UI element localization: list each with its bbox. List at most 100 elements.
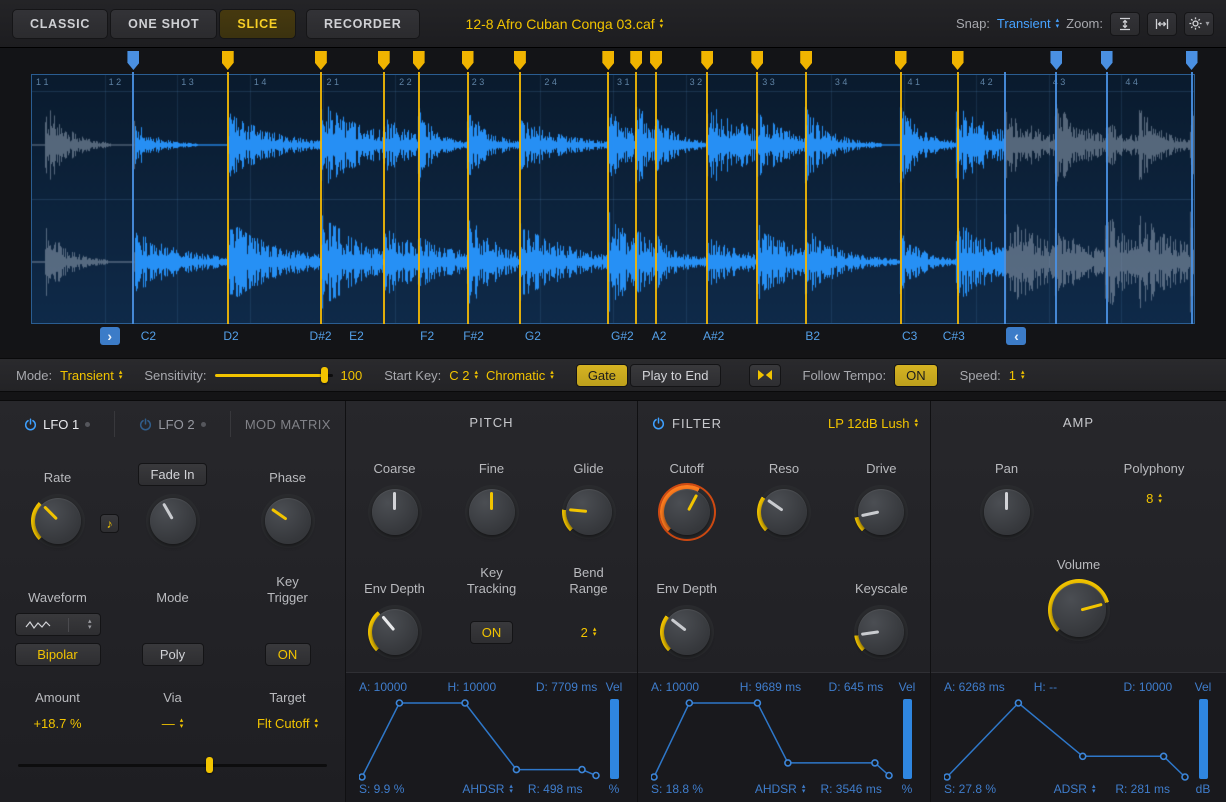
env-type-select[interactable]: ADSR▴▾ [1054, 782, 1096, 796]
sample-name: 12-8 Afro Cuban Conga 03.caf [466, 16, 655, 32]
pitch-env-depth-knob[interactable] [368, 605, 422, 659]
drive-knob[interactable] [854, 485, 908, 539]
env-sustain-value[interactable]: S: 27.8 % [944, 782, 1034, 796]
speed-select[interactable]: 1 ▴▾ [1009, 368, 1025, 383]
lfo-key-trigger-toggle[interactable]: ON [265, 643, 311, 666]
slice-mode-value: Transient [60, 368, 114, 383]
volume-knob[interactable] [1048, 579, 1110, 641]
lfo-polarity-select[interactable]: Bipolar [15, 643, 101, 666]
env-type-select[interactable]: AHDSR▴▾ [755, 782, 806, 796]
tab-classic[interactable]: CLASSIC [12, 9, 108, 39]
env-decay-value[interactable]: D: 645 ms [829, 680, 894, 694]
filter-type-select[interactable]: LP 12dB Lush ▴▾ [828, 416, 918, 431]
cutoff-label: Cutoff [669, 461, 703, 477]
reso-knob[interactable] [757, 485, 811, 539]
lfo-waveform-select[interactable]: ▴▾ [15, 613, 101, 636]
tab-lfo2[interactable]: LFO 2 [114, 411, 229, 437]
lfo-fade-mode-select[interactable]: Fade In [138, 463, 206, 486]
lfo-amount-slider[interactable] [18, 756, 327, 774]
gate-button[interactable]: Gate [576, 364, 628, 387]
envelope-curve[interactable] [944, 696, 1190, 782]
slice-settings-bar: Mode: Transient ▴▾ Sensitivity: 100 Star… [0, 358, 1226, 392]
waveform-display[interactable]: 1 11 21 31 42 12 22 32 43 13 23 33 44 14… [31, 74, 1195, 324]
lfo-rate-knob[interactable] [31, 494, 85, 548]
tab-lfo1[interactable]: LFO 1 [0, 411, 114, 437]
cutoff-knob[interactable] [660, 485, 714, 539]
region-start-handle[interactable]: › [100, 327, 120, 345]
env-release-value[interactable]: R: 3546 ms [820, 782, 894, 796]
tab-one-shot[interactable]: ONE SHOT [110, 9, 217, 39]
env-release-value[interactable]: R: 498 ms [528, 782, 601, 796]
env-attack-value[interactable]: A: 10000 [359, 680, 447, 694]
slider-thumb[interactable] [321, 367, 328, 383]
sensitivity-slider[interactable] [215, 366, 333, 384]
env-sustain-value[interactable]: S: 18.8 % [651, 782, 740, 796]
bend-range-select[interactable]: 2 ▴▾ [581, 625, 597, 640]
keyscale-knob[interactable] [854, 605, 908, 659]
mapping-select[interactable]: Chromatic ▴▾ [486, 368, 554, 383]
env-attack-value[interactable]: A: 10000 [651, 680, 740, 694]
key-label: C2 [136, 329, 156, 343]
env-sustain-value[interactable]: S: 9.9 % [359, 782, 447, 796]
polyphony-select[interactable]: 8 ▴▾ [1146, 491, 1162, 506]
env-attack-value[interactable]: A: 6268 ms [944, 680, 1034, 694]
region-end-handle[interactable]: ‹ [1006, 327, 1026, 345]
slice-mode-select[interactable]: Transient ▴▾ [60, 368, 122, 383]
lfo1-label: LFO 1 [43, 417, 79, 432]
power-icon[interactable] [24, 418, 37, 431]
env-type-select[interactable]: AHDSR▴▾ [462, 782, 513, 796]
follow-tempo-toggle[interactable]: ON [894, 364, 938, 387]
key-row: › ‹ C2D2D#2E2F2F#2G2G#2A2A#2B2C3C#3 [31, 324, 1195, 350]
lfo-phase-knob[interactable] [261, 494, 315, 548]
velocity-slider[interactable] [903, 699, 912, 779]
env-decay-value[interactable]: D: 7709 ms [536, 680, 601, 694]
tab-slice[interactable]: SLICE [219, 9, 296, 39]
slider-fill [215, 374, 326, 377]
tab-mod-matrix[interactable]: MOD MATRIX [230, 411, 345, 437]
waveform-canvas[interactable] [32, 75, 1194, 323]
rate-sync-note-button[interactable]: ♪ [100, 514, 119, 533]
fine-knob[interactable] [465, 485, 519, 539]
env-unit-label: % [894, 782, 920, 796]
lfo-mode-select[interactable]: Poly [142, 643, 204, 666]
velocity-slider[interactable] [1199, 699, 1208, 779]
env-release-value[interactable]: R: 281 ms [1115, 782, 1190, 796]
crossfade-icon [757, 369, 773, 381]
envelope-curve[interactable] [359, 696, 601, 782]
lfo-fade-knob[interactable] [146, 494, 200, 548]
play-to-end-button[interactable]: Play to End [630, 364, 721, 387]
coarse-knob[interactable] [368, 485, 422, 539]
snap-select[interactable]: Transient ▴▾ [997, 16, 1059, 31]
glide-knob[interactable] [562, 485, 616, 539]
zoom-vertical-button[interactable] [1110, 12, 1140, 36]
target-select[interactable]: Flt Cutoff ▴▾ [257, 716, 318, 731]
envelope-curve[interactable] [651, 696, 894, 782]
amount-value[interactable]: +18.7 % [33, 716, 81, 731]
zoom-horizontal-button[interactable] [1147, 12, 1177, 36]
start-key-select[interactable]: C 2 ▴▾ [449, 368, 478, 383]
gear-icon [1188, 16, 1203, 31]
env-hold-value[interactable]: H: -- [1034, 680, 1124, 694]
via-select[interactable]: — ▴▾ [162, 716, 184, 731]
settings-button[interactable]: ▾ [1184, 12, 1214, 36]
pan-knob[interactable] [980, 485, 1034, 539]
key-tracking-toggle[interactable]: ON [470, 621, 514, 644]
filter-power-icon[interactable] [652, 417, 665, 430]
key-label: C3 [897, 329, 917, 343]
crossfade-button[interactable] [749, 364, 781, 387]
slider-thumb[interactable] [206, 757, 213, 773]
velocity-fill [903, 699, 912, 779]
power-icon[interactable] [139, 418, 152, 431]
key-tracking-label: Key Tracking [459, 565, 525, 597]
coarse-label: Coarse [374, 461, 416, 477]
mode-label: Mode: [16, 368, 52, 383]
env-decay-value[interactable]: D: 10000 [1124, 680, 1191, 694]
lfo-panel: LFO 1 LFO 2 MOD MATRIX Rate Fade In Phas… [0, 401, 345, 802]
filter-env-depth-knob[interactable] [660, 605, 714, 659]
stepper-icon: ▴▾ [180, 718, 184, 729]
velocity-slider[interactable] [610, 699, 619, 779]
sample-name-select[interactable]: 12-8 Afro Cuban Conga 03.caf ▴▾ [466, 16, 664, 32]
env-hold-value[interactable]: H: 10000 [447, 680, 535, 694]
env-hold-value[interactable]: H: 9689 ms [740, 680, 829, 694]
tab-recorder[interactable]: RECORDER [306, 9, 420, 39]
